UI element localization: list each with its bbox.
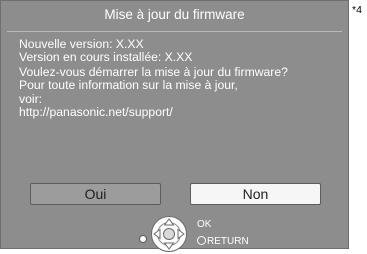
dialog-message: Nouvelle version: X.XX Version en cours … xyxy=(19,37,344,120)
remote-guide: OK RETURN xyxy=(140,211,349,252)
title-divider xyxy=(7,31,342,32)
color-dot-icon xyxy=(140,236,146,242)
dialog-title: Mise à jour du firmware xyxy=(104,7,245,22)
current-version-text: Version en cours installée: X.XX xyxy=(19,50,193,65)
see-text: voir: xyxy=(19,91,43,106)
support-url-text: http://panasonic.net/support/ xyxy=(19,105,173,120)
return-icon xyxy=(197,236,206,245)
footnote-marker: *4 xyxy=(352,4,362,16)
return-label: RETURN xyxy=(197,236,249,247)
confirm-question-text: Voulez-vous démarrer la mise à jour du f… xyxy=(19,64,288,79)
oui-button[interactable]: Oui xyxy=(30,183,161,205)
return-text: RETURN xyxy=(207,236,249,247)
firmware-update-dialog: Mise à jour du firmware Nouvelle version… xyxy=(0,0,349,252)
info-text: Pour toute information sur la mise à jou… xyxy=(19,78,238,93)
ok-label: OK xyxy=(197,219,212,230)
new-version-text: Nouvelle version: X.XX xyxy=(19,37,144,51)
non-button[interactable]: Non xyxy=(190,183,321,205)
dpad-icon xyxy=(151,216,187,252)
